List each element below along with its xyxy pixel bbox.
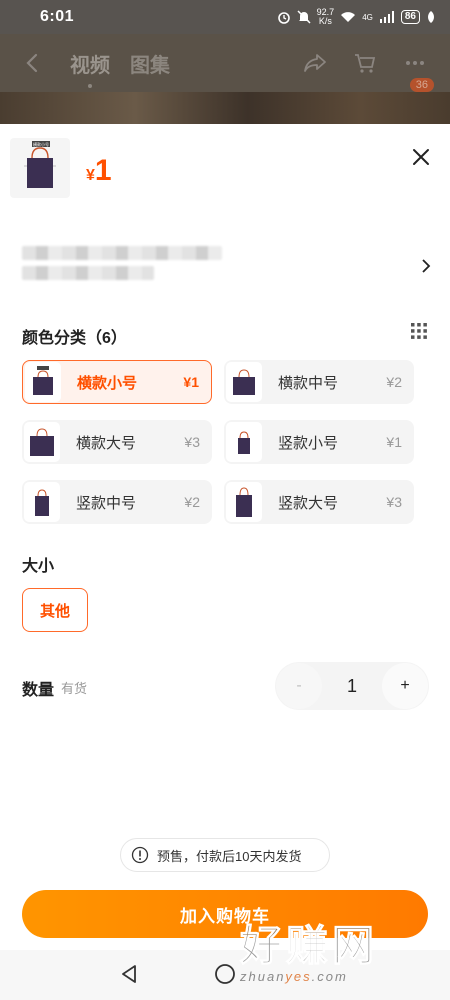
cart-count-badge: 36 [409,78,434,92]
tab-gallery[interactable]: 图集 [130,49,170,78]
wifi-icon [341,12,356,22]
network-speed: 92.7 K/s [316,7,335,26]
product-photo-background [0,92,450,124]
system-nav-bar [0,950,450,1000]
bag-vertical-medium-thumb [24,482,60,522]
close-icon[interactable] [412,148,430,166]
more-icon[interactable] [402,50,428,76]
top-nav: 视频 图集 36 [0,34,450,92]
quantity-label: 数量 [22,682,55,699]
bag-horizontal-small-thumb [25,362,61,402]
color-option[interactable]: 竖款小号 ¥1 [224,420,414,464]
color-option[interactable]: 竖款中号 ¥2 [22,480,212,524]
sku-selector-sheet: 横款小号 ¥1 颜色分类（6） 横款小号 ¥1 横款中号 ¥2 横款大号 ¥3 … [0,124,450,1000]
product-thumbnail[interactable]: 横款小号 [10,138,70,198]
cart-icon[interactable] [352,50,378,76]
bag-image: 横款小号 [24,141,56,188]
share-icon[interactable] [302,50,328,76]
color-option[interactable]: 横款中号 ¥2 [224,360,414,404]
system-back-icon[interactable] [118,963,140,985]
bag-vertical-small-thumb [226,422,262,462]
stock-status: 有货 [61,681,88,696]
signal-icon [379,11,394,23]
leaf-icon [428,11,434,23]
thumb-tag-label: 横款小号 [33,141,49,147]
shipping-address-blurred[interactable] [22,242,412,294]
info-icon [131,846,149,864]
size-section-title: 大小 [22,558,55,575]
tab-video[interactable]: 视频 [70,49,110,78]
network-type: 4G [362,12,373,22]
system-home-icon[interactable] [214,963,236,985]
quantity-value[interactable]: 1 [322,676,382,697]
bag-horizontal-large-thumb [24,422,60,462]
decrease-button[interactable]: - [276,663,322,709]
chevron-right-icon[interactable] [420,258,432,274]
size-option[interactable]: 其他 [22,588,88,632]
alarm-icon [277,12,290,24]
mute-icon [297,10,311,24]
increase-button[interactable]: + [382,663,428,709]
quantity-stepper: - 1 + [275,662,429,710]
product-price: ¥1 [86,154,112,187]
bag-vertical-large-thumb [226,482,262,522]
presale-notice: 预售，付款后10天内发货 [120,838,330,872]
status-icons: 92.7 K/s 4G 86 [277,8,436,26]
battery-indicator: 86 [400,10,420,24]
grid-view-icon[interactable] [410,322,428,340]
status-time: 6:01 [40,8,75,25]
color-option[interactable]: 横款小号 ¥1 [22,360,212,404]
bag-horizontal-medium-thumb [226,362,262,402]
color-option[interactable]: 竖款大号 ¥3 [224,480,414,524]
notice-text: 预售，付款后10天内发货 [157,848,302,864]
add-to-cart-button[interactable]: 加入购物车 [22,890,428,938]
color-option[interactable]: 横款大号 ¥3 [22,420,212,464]
status-bar: 6:01 92.7 K/s 4G 86 [0,0,450,34]
back-arrow-icon[interactable] [22,52,44,74]
color-section-title: 颜色分类（6） [22,330,127,347]
